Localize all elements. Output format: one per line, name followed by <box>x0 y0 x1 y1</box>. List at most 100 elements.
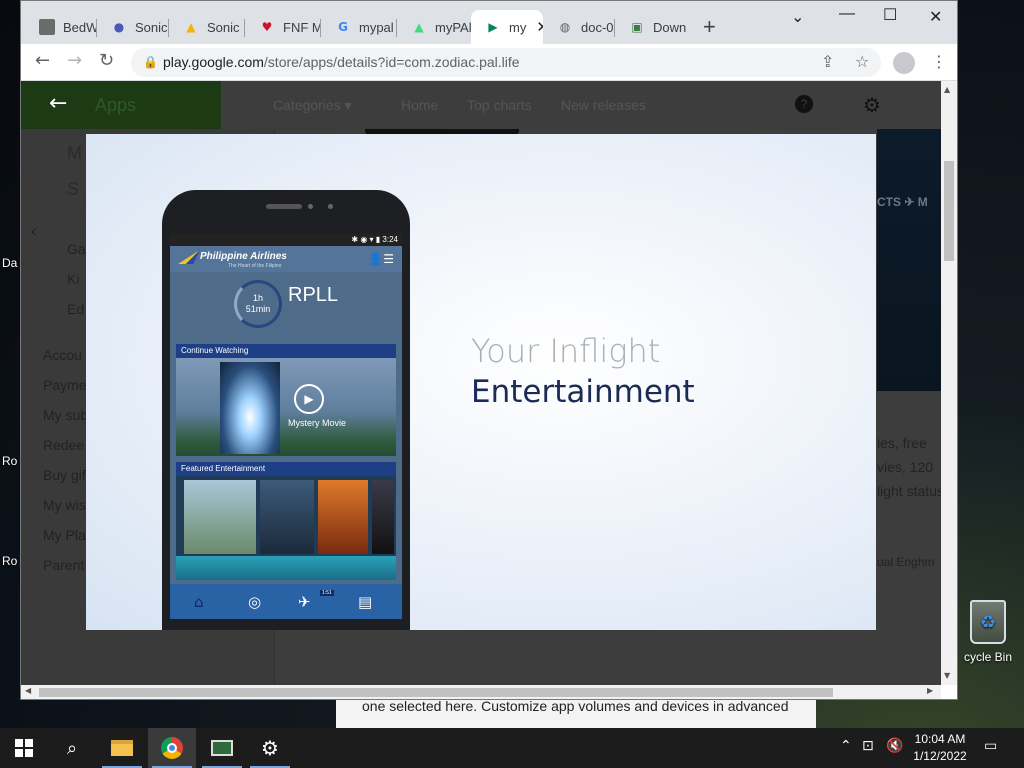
nav-new-releases[interactable]: New releases <box>561 97 646 113</box>
scroll-down-arrow-icon[interactable]: ▼ <box>944 671 950 680</box>
horizontal-scroll-thumb[interactable] <box>39 688 833 697</box>
screenshot-thumbnail[interactable]: CTS ✈ M <box>877 129 941 391</box>
browser-toolbar: ← → ↻ 🔒 play.google.com/store/apps/detai… <box>21 44 957 81</box>
continue-watching-panel: ▶ Mystery Movie <box>176 358 396 456</box>
share-icon[interactable]: ⇪ <box>821 52 834 71</box>
taskbar-clock[interactable]: 10:04 AM 1/12/2022 <box>908 731 972 765</box>
chrome-taskbar-button[interactable] <box>148 728 196 768</box>
phone-camera <box>328 204 333 209</box>
sonic-icon: ● <box>113 20 125 34</box>
browser-tab[interactable]: G mypal <box>321 10 397 44</box>
tab-search-icon[interactable]: ⌄ <box>791 7 804 27</box>
vertical-scroll-thumb[interactable] <box>944 161 954 261</box>
browser-tab-active[interactable]: ▶ my ✕ <box>471 10 543 44</box>
page-icon <box>39 19 55 35</box>
nav-categories[interactable]: Categories ▾ <box>273 97 352 114</box>
timer-hours: 1h <box>252 293 263 303</box>
browser-tab[interactable]: ▲ myPAl <box>397 10 471 44</box>
desktop-icon-label[interactable]: Ro <box>2 454 17 468</box>
forward-button[interactable]: → <box>67 50 82 71</box>
sidebar-category[interactable]: Ed <box>67 301 84 317</box>
url-path: /store/apps/details?id=com.zodiac.pal.li… <box>263 54 520 70</box>
phone-mockup: ✱ ◉ ▾ ▮ 3:24 Philippine Airlines The Hea… <box>162 190 410 630</box>
sidebar-category[interactable]: Ki <box>67 271 79 287</box>
headline-line-1: Your Inflight <box>471 332 661 370</box>
recycle-bin[interactable]: cycle Bin <box>952 600 1024 664</box>
nav-top-charts[interactable]: Top charts <box>467 97 532 113</box>
desktop-icon-label[interactable]: Ro <box>2 554 17 568</box>
back-arrow-icon[interactable]: ← <box>49 91 67 116</box>
movie-title: Mystery Movie <box>288 418 347 428</box>
help-icon[interactable]: ? <box>795 95 813 113</box>
browser-tab[interactable]: ▲ Sonic <box>169 10 245 44</box>
airline-tagline: The Heart of the Filipino <box>228 263 282 269</box>
phone-sensor <box>308 204 313 209</box>
sidebar-account-link[interactable]: Redee <box>43 437 84 453</box>
timer-minutes: 51min <box>245 304 271 314</box>
sidebar-category[interactable]: Ga <box>67 241 86 257</box>
sidebar-account-link[interactable]: Accou <box>43 347 82 363</box>
close-tab-icon[interactable]: ✕ <box>536 18 543 36</box>
continue-watching-header: Continue Watching <box>176 344 396 358</box>
file-explorer-button[interactable] <box>98 728 146 768</box>
browser-tab[interactable]: ♥ FNF M <box>245 10 321 44</box>
reload-button[interactable]: ↻ <box>99 50 114 71</box>
close-window-button[interactable]: ✕ <box>929 7 942 27</box>
status-time: 3:24 <box>382 235 398 244</box>
sidebar-account-link[interactable]: Parent <box>43 557 84 573</box>
pool-banner <box>176 556 396 580</box>
scroll-up-arrow-icon[interactable]: ▲ <box>944 85 950 94</box>
desktop-icon-label[interactable]: Da <box>2 256 17 270</box>
browser-tab[interactable]: ● Sonic <box>97 10 169 44</box>
speaker-muted-icon[interactable]: 🔇 <box>886 738 903 754</box>
address-bar[interactable]: 🔒 play.google.com/store/apps/details?id=… <box>131 48 881 77</box>
airport-code: RPLL <box>288 284 339 306</box>
bookmark-star-icon[interactable]: ☆ <box>855 52 869 71</box>
scroll-left-arrow-icon[interactable]: ◀ <box>25 686 31 695</box>
maximize-button[interactable]: ☐ <box>883 5 897 25</box>
sidebar-item[interactable]: S <box>67 179 79 200</box>
tab-title: myPAl <box>435 19 471 35</box>
background-window-text: one selected here. Customize app volumes… <box>362 698 789 714</box>
browser-tab[interactable]: ▣ Down <box>615 10 687 44</box>
browser-tab[interactable]: ◍ doc-0 <box>543 10 615 44</box>
fire-thumbnail <box>318 480 368 554</box>
app-bottom-nav: ⌂ ◎ ✈ 1:51 ▤ <box>170 584 402 619</box>
tab-title: Sonic <box>135 19 168 35</box>
minimize-button[interactable]: — <box>839 5 855 23</box>
lock-icon[interactable]: 🔒 <box>143 48 158 77</box>
network-icon[interactable]: ⊡ <box>862 738 874 754</box>
sidebar-item[interactable]: M <box>67 143 82 164</box>
start-button[interactable] <box>0 728 48 768</box>
airline-name: Philippine Airlines <box>200 251 287 262</box>
sidebar-account-link[interactable]: My wis <box>43 497 86 513</box>
screenshot-lightbox[interactable]: Your Inflight Entertainment ✱ ◉ ▾ ▮ 3:24… <box>86 134 876 630</box>
sidebar-account-link[interactable]: My sub <box>43 407 88 423</box>
back-button[interactable]: ← <box>35 50 50 71</box>
sidebar-account-link[interactable]: My Pla <box>43 527 86 543</box>
sidebar-account-link[interactable]: Buy gif <box>43 467 86 483</box>
scroll-right-arrow-icon[interactable]: ▶ <box>927 686 933 695</box>
tab-title: my <box>509 19 527 35</box>
nav-home[interactable]: Home <box>401 97 438 113</box>
wifi-icon: ◎ <box>248 593 262 611</box>
menu-kebab-icon[interactable]: ⋮ <box>931 52 947 71</box>
heart-icon: ♥ <box>261 20 273 34</box>
chevron-up-icon[interactable]: ⌃ <box>840 738 852 754</box>
settings-button[interactable]: ⚙ <box>246 728 294 768</box>
gear-icon[interactable]: ⚙ <box>863 93 881 117</box>
vertical-scrollbar[interactable]: ▲ ▼ <box>941 81 957 685</box>
chevron-left-icon[interactable]: ‹ <box>31 223 36 241</box>
browser-tab[interactable]: BedW <box>25 10 97 44</box>
sidebar-account-link[interactable]: Payme <box>43 377 87 393</box>
clock-date: 1/12/2022 <box>913 749 967 763</box>
notifications-icon[interactable]: ▭ <box>984 738 997 754</box>
play-store-icon: ▶ <box>488 20 498 34</box>
remote-desktop-button[interactable] <box>198 728 246 768</box>
horizontal-scrollbar[interactable]: ◀ ▶ <box>21 685 941 699</box>
search-icon[interactable]: ⌕ <box>48 728 96 768</box>
new-tab-button[interactable]: + <box>703 14 716 40</box>
home-icon: ⌂ <box>194 593 204 611</box>
drive-icon: ▲ <box>186 20 196 34</box>
profile-avatar[interactable] <box>893 52 915 74</box>
